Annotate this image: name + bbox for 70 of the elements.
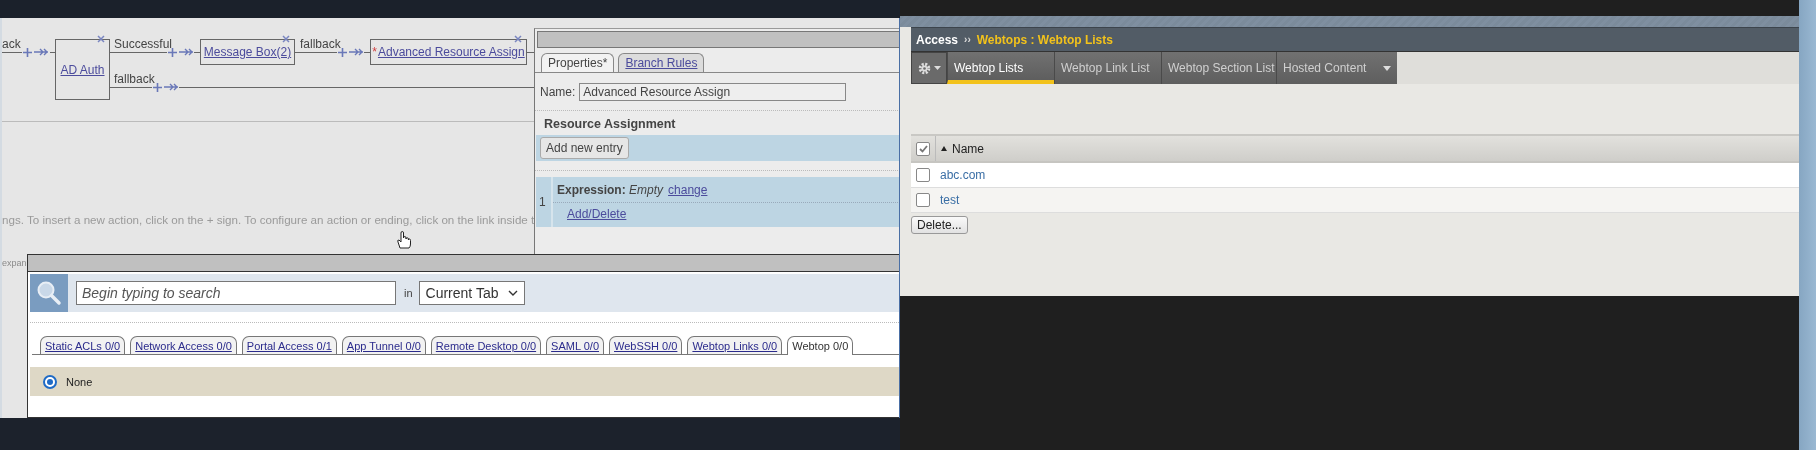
double-arrow-icon [349, 48, 364, 56]
plus-icon[interactable] [338, 48, 347, 57]
caret-icon[interactable] [1383, 65, 1391, 71]
breadcrumb-root: Access [916, 32, 959, 47]
nav-tab[interactable]: Webtop Section List [1161, 52, 1276, 84]
plus-icon[interactable] [153, 83, 162, 92]
plus-icon[interactable] [23, 48, 32, 57]
resource-tab[interactable]: Static ACLs 0/0 [40, 336, 126, 354]
name-field[interactable]: Advanced Resource Assign [579, 83, 847, 101]
double-arrow-icon [164, 83, 179, 91]
option-label: None [66, 375, 93, 388]
branch-label: fallback [114, 72, 155, 86]
node-link[interactable]: AD Auth [60, 62, 105, 77]
webtop-link[interactable]: abc.com [935, 168, 986, 182]
plus-icon[interactable] [168, 48, 177, 57]
panel-tab[interactable]: Properties* [541, 53, 615, 72]
resource-tab[interactable]: Webtop 0/0 [787, 336, 854, 355]
nav-tab[interactable]: Webtop Lists [947, 52, 1054, 84]
chevron-down-icon [508, 290, 519, 296]
help-text: ngs. To insert a new action, click on the + sign. To configure an action or ending, click on the link inside t [2, 213, 535, 227]
delete-button[interactable]: Delete... [911, 216, 968, 234]
node-link[interactable]: Advanced Resource Assign [377, 45, 525, 59]
add-entry-button[interactable]: Add new entry [540, 137, 629, 159]
scope-select[interactable]: Current Tab [418, 281, 526, 305]
caret-icon [933, 66, 941, 70]
add-delete-link[interactable]: Add/Delete [567, 207, 627, 221]
branch-label: fallback [300, 37, 341, 51]
panel-tab[interactable]: Branch Rules [618, 53, 705, 72]
select-all-checkbox[interactable] [916, 141, 930, 156]
search-icon [36, 280, 62, 306]
connector-line [2, 52, 22, 53]
branch-label: ack [2, 37, 21, 51]
settings-icon [917, 61, 931, 75]
row-checkbox[interactable] [916, 168, 930, 182]
search-field[interactable]: Begin typing to search [76, 281, 396, 305]
nav-tab[interactable]: Hosted Content [1276, 52, 1397, 84]
double-arrow-icon [179, 48, 194, 56]
hand-cursor-icon [397, 231, 411, 249]
field-label: Name: [540, 85, 576, 99]
resource-tab[interactable]: Remote Desktop 0/0 [430, 336, 542, 354]
breadcrumb-separator: ›› [964, 34, 971, 45]
resource-tab[interactable]: Network Access 0/0 [130, 336, 237, 354]
branch-label: Successful [114, 37, 173, 51]
change-link[interactable]: change [668, 183, 708, 197]
expression-text: Expression: Empty [557, 183, 664, 197]
section-title: Resource Assignment [543, 117, 677, 133]
scope-label: in [404, 287, 413, 299]
resource-tab[interactable]: Webtop Links 0/0 [687, 336, 783, 354]
radio-button[interactable] [43, 374, 57, 389]
nav-tab[interactable]: Webtop Link List [1054, 52, 1161, 84]
required-marker: * [372, 45, 377, 59]
close-icon[interactable] [282, 35, 290, 43]
check-icon [918, 144, 928, 153]
node-link[interactable]: Message Box(2) [203, 45, 292, 59]
help-text: expan [2, 257, 27, 270]
sort-icon[interactable] [941, 146, 947, 151]
resource-tab[interactable]: WebSSH 0/0 [609, 336, 683, 354]
close-icon[interactable] [97, 35, 105, 43]
column-header[interactable]: Name [952, 141, 984, 156]
row-number: 1 [539, 195, 546, 209]
resource-tab[interactable]: Portal Access 0/1 [241, 336, 337, 354]
resource-tab[interactable]: App Tunnel 0/0 [341, 336, 426, 354]
resource-tab[interactable]: SAML 0/0 [546, 336, 604, 354]
settings-menu-button[interactable] [911, 52, 947, 84]
breadcrumb-path: Webtops : Webtop Lists [976, 32, 1113, 47]
close-icon[interactable] [514, 35, 522, 43]
webtop-link[interactable]: test [935, 193, 960, 207]
search-button[interactable] [30, 274, 68, 312]
double-arrow-icon [34, 48, 49, 56]
row-checkbox[interactable] [916, 193, 930, 207]
